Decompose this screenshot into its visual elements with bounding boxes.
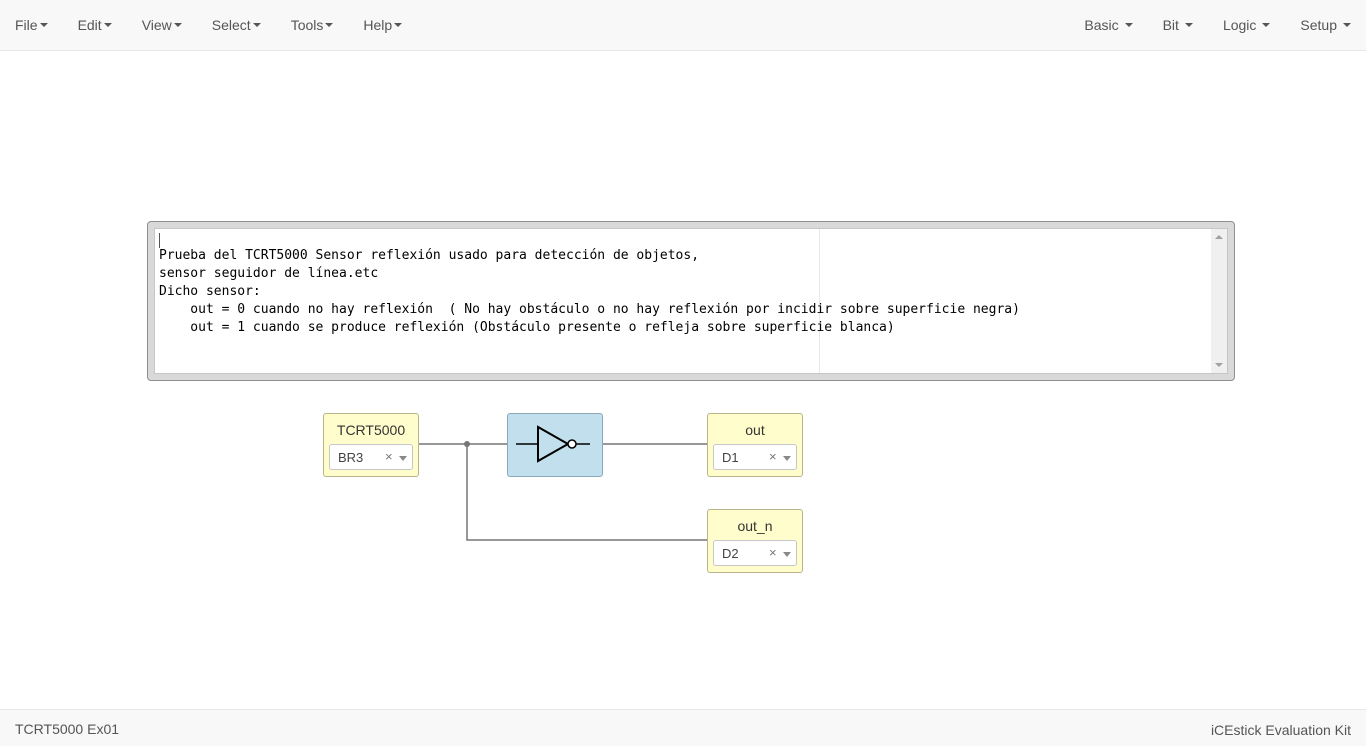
not-gate-icon <box>516 425 590 463</box>
input-block-label: TCRT5000 <box>336 422 406 438</box>
footer: TCRT5000 Ex01 iCEstick Evaluation Kit <box>0 709 1366 746</box>
footer-board-name[interactable]: iCEstick Evaluation Kit <box>1211 722 1351 738</box>
chevron-down-icon[interactable] <box>783 456 791 461</box>
footer-project-name: TCRT5000 Ex01 <box>15 721 120 737</box>
wire-layer <box>419 441 707 541</box>
output-block-out[interactable]: out D1 × <box>707 413 803 477</box>
output-out-label: out <box>745 422 765 438</box>
input-block-tcrt5000[interactable]: TCRT5000 BR3 × <box>323 413 419 477</box>
clear-icon[interactable]: × <box>769 545 777 560</box>
input-pin-value: BR3 <box>338 450 364 465</box>
chevron-down-icon[interactable] <box>783 552 791 557</box>
output-out-n-pin-select[interactable]: D2 × <box>713 540 797 566</box>
input-pin-select[interactable]: BR3 × <box>329 444 413 470</box>
output-out-n-pin-value: D2 <box>722 546 739 561</box>
wire-junction <box>464 441 470 447</box>
output-out-pin-value: D1 <box>722 450 739 465</box>
clear-icon[interactable]: × <box>769 449 777 464</box>
output-out-pin-select[interactable]: D1 × <box>713 444 797 470</box>
not-gate-block[interactable] <box>507 413 603 477</box>
output-out-n-label: out_n <box>737 518 773 534</box>
output-block-out-n[interactable]: out_n D2 × <box>707 509 803 573</box>
clear-icon[interactable]: × <box>385 449 393 464</box>
chevron-down-icon[interactable] <box>399 456 407 461</box>
